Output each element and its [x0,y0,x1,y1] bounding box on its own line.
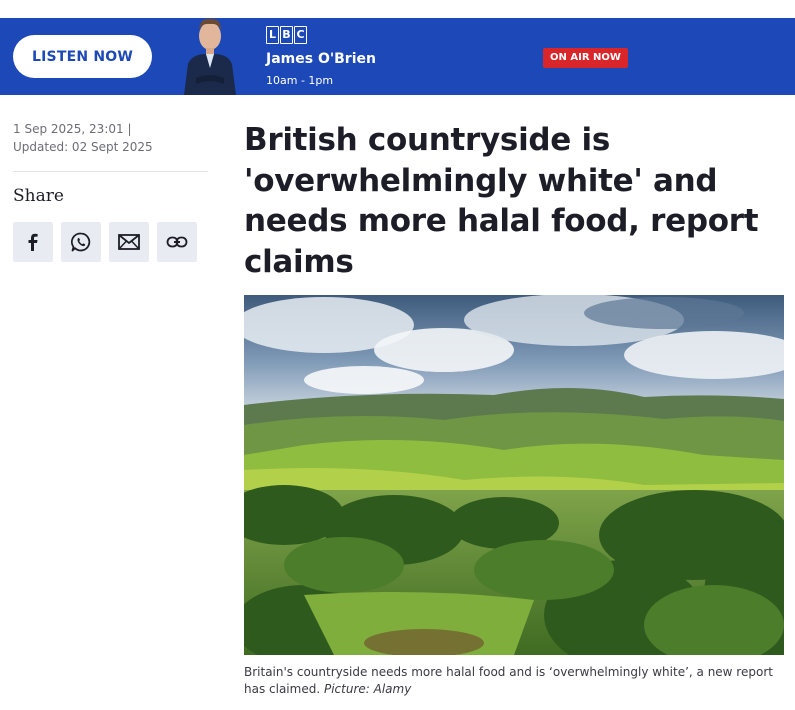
hero-image-countryside [244,295,784,655]
share-buttons [13,222,197,262]
on-air-badge: ON AIR NOW [543,48,628,68]
published-date: 1 Sep 2025, 23:01 | [13,122,132,136]
copy-link-button[interactable] [157,222,197,262]
article-meta: 1 Sep 2025, 23:01 | Updated: 02 Sept 202… [13,120,153,156]
listen-now-button[interactable]: LISTEN NOW [13,35,152,78]
share-facebook-button[interactable] [13,222,53,262]
share-heading: Share [13,186,64,206]
email-icon [118,234,140,250]
article-headline: British countryside is 'overwhelmingly w… [244,122,759,280]
facebook-icon [28,233,38,251]
show-time: 10am - 1pm [266,74,334,87]
logo-letter: L [266,26,279,44]
updated-date: Updated: 02 Sept 2025 [13,140,153,154]
lbc-logo: L B C [266,26,307,44]
share-whatsapp-button[interactable] [61,222,101,262]
share-email-button[interactable] [109,222,149,262]
caption-credit: Picture: Alamy [323,682,412,696]
logo-letter: C [294,26,307,44]
link-icon [166,236,188,248]
live-radio-banner: LISTEN NOW L B C James O'Brien 10am - 1p… [0,18,795,95]
logo-letter: B [280,26,293,44]
top-strip [0,0,795,18]
image-caption: Britain's countryside needs more halal f… [244,664,784,698]
presenter-photo [180,8,240,95]
presenter-name: James O'Brien [266,51,376,67]
whatsapp-icon [70,232,91,252]
meta-divider [13,171,208,172]
